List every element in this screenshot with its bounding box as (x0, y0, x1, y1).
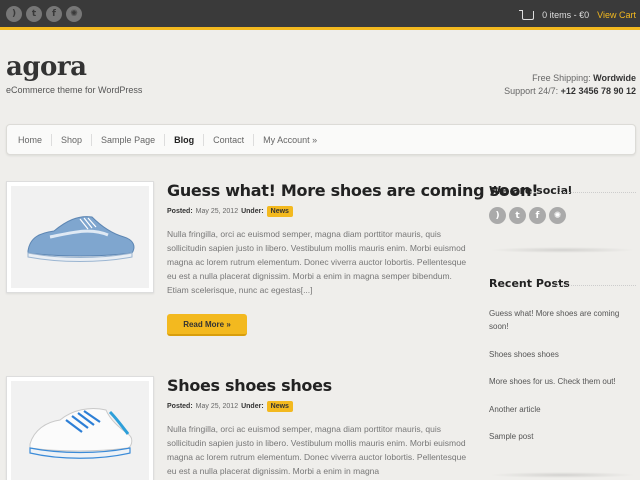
support-label: Support 24/7: (504, 86, 559, 96)
facebook-icon[interactable]: f (46, 6, 62, 22)
post-thumbnail[interactable] (6, 376, 154, 480)
post-thumbnail[interactable] (6, 181, 154, 293)
read-more-button[interactable]: Read More » (167, 314, 247, 336)
top-bar: ) t f ✺ 0 items - €0 View Cart (0, 0, 640, 30)
rss-icon[interactable]: ) (489, 207, 506, 224)
shipping-value: Wordwide (593, 73, 636, 83)
rss-icon[interactable]: ) (6, 6, 22, 22)
post-title[interactable]: Guess what! More shoes are coming soon! (167, 181, 539, 200)
widget-separator (489, 472, 636, 478)
dribbble-icon[interactable]: ✺ (66, 6, 82, 22)
sneaker-blue-icon (27, 216, 135, 262)
white-sneaker-image (11, 381, 149, 480)
recent-post-link[interactable]: Guess what! More shoes are coming soon! (489, 307, 629, 333)
dribbble-icon[interactable]: ✺ (549, 207, 566, 224)
widget-separator (489, 247, 636, 253)
top-social-links: ) t f ✺ (6, 6, 82, 22)
post-meta: Posted: May 25, 2012 Under: News (167, 206, 293, 217)
blue-sneaker-image (11, 186, 149, 288)
recent-post-link[interactable]: More shoes for us. Check them out! (489, 375, 629, 388)
post-title[interactable]: Shoes shoes shoes (167, 376, 332, 395)
recent-post-link[interactable]: Shoes shoes shoes (489, 348, 629, 361)
site-tagline: eCommerce theme for WordPress (6, 85, 143, 95)
nav-shop[interactable]: Shop (52, 133, 93, 146)
sneaker-white-icon (29, 407, 133, 459)
recent-post-link[interactable]: Another article (489, 403, 629, 416)
post-date: May 25, 2012 (195, 208, 239, 215)
post-meta: Posted: May 25, 2012 Under: News (167, 401, 293, 412)
twitter-icon[interactable]: t (509, 207, 526, 224)
site-logo[interactable]: agora (6, 52, 87, 82)
nav-sample-page[interactable]: Sample Page (92, 133, 166, 146)
view-cart-link[interactable]: View Cart (597, 10, 636, 20)
post-date: May 25, 2012 (195, 403, 239, 410)
cart-icon[interactable] (519, 9, 535, 20)
main-nav: Home Shop Sample Page Blog Contact My Ac… (6, 124, 636, 155)
recent-posts-title: Recent Posts (489, 277, 570, 290)
posted-label: Posted: (167, 403, 193, 410)
post-excerpt: Nulla fringilla, orci ac euismod semper,… (167, 229, 467, 295)
shipping-label: Free Shipping: (532, 73, 591, 83)
widget-divider (556, 192, 636, 193)
widget-divider (556, 285, 636, 286)
cart-summary: 0 items - €0 View Cart (519, 9, 636, 20)
social-widget-title: We are social (489, 184, 572, 197)
cart-text[interactable]: 0 items - €0 (542, 10, 589, 20)
posted-label: Posted: (167, 208, 193, 215)
recent-post-link[interactable]: Sample post (489, 430, 629, 443)
sidebar-social-links: ) t f ✺ (489, 207, 566, 224)
nav-blog[interactable]: Blog (165, 133, 205, 146)
shipping-info: Free Shipping: Wordwide Support 24/7: +1… (504, 72, 636, 98)
post-excerpt: Nulla fringilla, orci ac euismod semper,… (167, 424, 467, 476)
nav-my-account[interactable]: My Account » (254, 134, 326, 146)
support-value: +12 3456 78 90 12 (560, 86, 636, 96)
category-badge[interactable]: News (266, 401, 293, 412)
under-label: Under: (241, 403, 264, 410)
nav-home[interactable]: Home (9, 133, 53, 146)
nav-contact[interactable]: Contact (204, 133, 255, 146)
facebook-icon[interactable]: f (529, 207, 546, 224)
under-label: Under: (241, 208, 264, 215)
category-badge[interactable]: News (266, 206, 293, 217)
twitter-icon[interactable]: t (26, 6, 42, 22)
